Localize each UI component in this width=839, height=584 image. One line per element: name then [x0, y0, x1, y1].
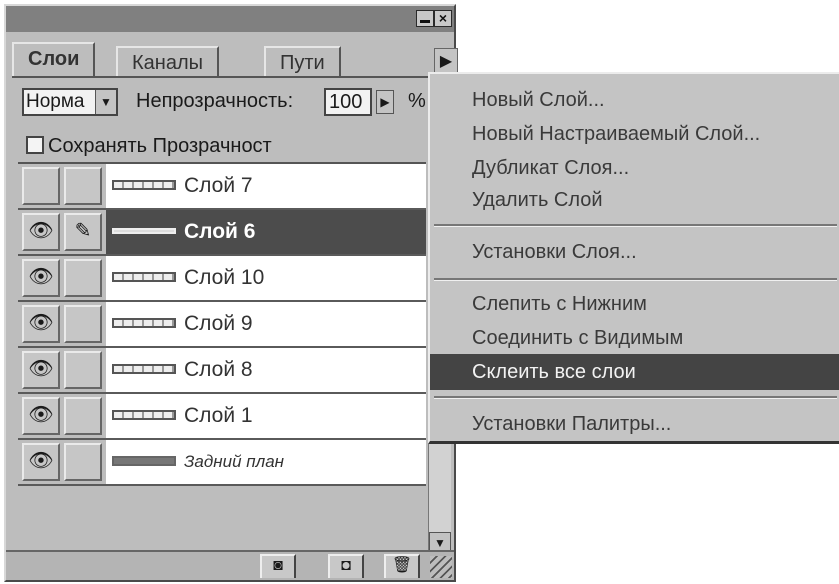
visibility-toggle[interactable]: 👁: [22, 305, 60, 343]
layer-body[interactable]: Слой 8: [106, 348, 426, 392]
menu-item-layer-options[interactable]: Установки Слоя...: [430, 234, 839, 270]
layer-row[interactable]: 👁 Слой 8: [18, 348, 426, 394]
layer-list: Слой 7 👁 ✎ Слой 6 👁 Слой 10 👁 Слой 9 👁 С…: [18, 162, 426, 542]
brush-icon: ✎: [74, 220, 92, 242]
layer-body[interactable]: Слой 7: [106, 164, 426, 208]
eye-icon: 👁: [28, 312, 54, 334]
preserve-transparency-checkbox[interactable]: Сохранять Прозрачност: [26, 134, 272, 158]
layer-row[interactable]: 👁 Задний план: [18, 440, 426, 486]
layer-body[interactable]: Слой 9: [106, 302, 426, 346]
menu-item-new-adjustment-layer[interactable]: Новый Настраиваемый Слой...: [430, 116, 839, 152]
new-layer-button[interactable]: ◘: [328, 554, 364, 578]
opacity-slider-arrow-icon[interactable]: ▶: [376, 90, 394, 114]
checkbox-icon[interactable]: [26, 136, 44, 154]
chevron-down-icon[interactable]: ▼: [95, 90, 116, 114]
layer-name: Слой 7: [184, 174, 253, 197]
link-toggle[interactable]: [64, 167, 102, 205]
opacity-unit: %: [408, 90, 426, 112]
new-layer-icon: ◘: [341, 557, 351, 574]
layer-row[interactable]: 👁 ✎ Слой 6: [18, 210, 426, 256]
layer-name: Слой 1: [184, 404, 253, 427]
opacity-input[interactable]: 100: [324, 88, 372, 116]
link-toggle[interactable]: [64, 351, 102, 389]
layer-thumbnail: [112, 180, 176, 190]
layer-row[interactable]: 👁 Слой 10: [18, 256, 426, 302]
opacity-label: Непрозрачность:: [136, 90, 294, 112]
visibility-toggle[interactable]: 👁: [22, 397, 60, 435]
menu-separator: [434, 278, 837, 281]
eye-icon: 👁: [28, 450, 54, 472]
blend-mode-value: Норма: [26, 91, 85, 112]
layer-thumbnail: [112, 272, 176, 282]
layers-palette: × Слои Каналы Пути ▶ Норма ▼ Непрозрачно…: [4, 4, 458, 582]
layer-thumbnail: [112, 318, 176, 328]
layer-thumbnail: [112, 228, 176, 234]
menu-separator: [434, 396, 837, 399]
layer-row[interactable]: Слой 7: [18, 164, 426, 210]
eye-icon: 👁: [28, 358, 54, 380]
visibility-toggle[interactable]: 👁: [22, 351, 60, 389]
layer-name: Слой 6: [184, 220, 256, 243]
blend-mode-select[interactable]: Норма ▼: [22, 88, 118, 116]
link-toggle[interactable]: [64, 259, 102, 297]
menu-item-new-layer[interactable]: Новый Слой...: [430, 82, 839, 118]
trash-icon: 🗑: [391, 557, 413, 574]
layer-row[interactable]: 👁 Слой 9: [18, 302, 426, 348]
layer-body[interactable]: Слой 10: [106, 256, 426, 300]
menu-item-flatten-image[interactable]: Склеить все слои: [430, 354, 839, 390]
menu-item-palette-options[interactable]: Установки Палитры...: [430, 406, 839, 442]
palette-footer: ◙ ◘ 🗑: [6, 550, 454, 580]
resize-grip-icon[interactable]: [430, 556, 452, 578]
tab-paths[interactable]: Пути: [264, 46, 341, 76]
layer-name: Слой 10: [184, 266, 265, 289]
visibility-toggle[interactable]: 👁: [22, 259, 60, 297]
palette-flyout-menu: Новый Слой... Новый Настраиваемый Слой..…: [428, 72, 839, 444]
tab-layers[interactable]: Слои: [12, 42, 96, 76]
eye-icon: 👁: [28, 220, 54, 242]
layer-body[interactable]: Слой 6: [106, 210, 426, 254]
menu-separator: [434, 224, 837, 227]
eye-icon: 👁: [28, 404, 54, 426]
menu-item-merge-visible[interactable]: Соединить с Видимым: [430, 320, 839, 356]
link-toggle[interactable]: [64, 305, 102, 343]
layer-name: Задний план: [184, 452, 285, 471]
layer-body[interactable]: Задний план: [106, 440, 426, 484]
link-toggle[interactable]: [64, 397, 102, 435]
tab-channels[interactable]: Каналы: [116, 46, 219, 76]
menu-item-merge-down[interactable]: Слепить с Нижним: [430, 286, 839, 322]
preserve-transparency-label: Сохранять Прозрачност: [48, 135, 272, 157]
visibility-toggle[interactable]: 👁: [22, 213, 60, 251]
menu-item-duplicate-layer[interactable]: Дубликат Слоя...: [430, 150, 839, 186]
close-button[interactable]: ×: [434, 10, 452, 27]
layer-row[interactable]: 👁 Слой 1: [18, 394, 426, 440]
link-toggle[interactable]: [64, 443, 102, 481]
palette-tabs: Слои Каналы Пути: [12, 40, 432, 76]
close-icon: ×: [438, 10, 448, 26]
minimize-button[interactable]: [416, 10, 434, 27]
palette-title-bar[interactable]: ×: [6, 6, 454, 32]
layer-thumbnail: [112, 410, 176, 420]
visibility-toggle[interactable]: 👁: [22, 443, 60, 481]
layer-name: Слой 9: [184, 312, 253, 335]
eye-icon: 👁: [28, 266, 54, 288]
add-mask-button[interactable]: ◙: [260, 554, 296, 578]
layer-body[interactable]: Слой 1: [106, 394, 426, 438]
layer-thumbnail: [112, 364, 176, 374]
menu-item-delete-layer[interactable]: Удалить Слой: [430, 182, 839, 218]
link-toggle[interactable]: ✎: [64, 213, 102, 251]
layer-mask-icon: ◙: [273, 557, 283, 574]
visibility-toggle[interactable]: [22, 167, 60, 205]
tab-divider: [12, 76, 428, 78]
layer-name: Слой 8: [184, 358, 253, 381]
delete-layer-button[interactable]: 🗑: [384, 554, 420, 578]
layer-thumbnail: [112, 456, 176, 466]
